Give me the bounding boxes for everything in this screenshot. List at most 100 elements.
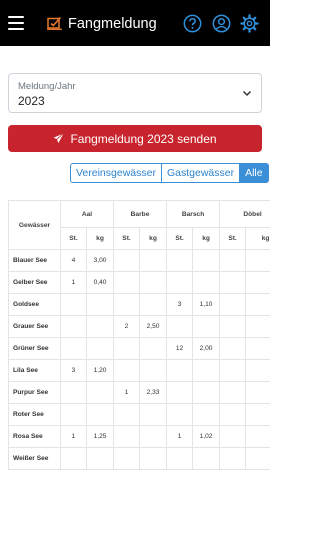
table-cell xyxy=(166,359,194,382)
table-cell xyxy=(139,249,168,272)
table-cell xyxy=(245,271,270,294)
water-name: Gelber See xyxy=(8,271,61,294)
user-icon[interactable] xyxy=(212,14,231,33)
table-row: Grüner See 12 2,00 xyxy=(8,337,270,360)
filter-vereinsgewaesser[interactable]: Vereinsgewässer xyxy=(70,163,162,183)
table-cell xyxy=(113,447,141,470)
table-cell xyxy=(85,403,115,426)
sub-header-kg: kg xyxy=(85,227,115,250)
table-cell xyxy=(219,381,247,404)
water-name: Grauer See xyxy=(8,315,61,338)
table-cell xyxy=(113,359,141,382)
table-cell: 12 xyxy=(166,337,194,360)
sub-header-st: St. xyxy=(60,227,87,250)
table-cell xyxy=(219,315,247,338)
catch-table: Gewässer Aal Barbe Barsch Döbel St. kg S… xyxy=(8,200,270,470)
sub-header-kg: kg xyxy=(139,227,168,250)
table-row: Goldsee 3 1,10 xyxy=(8,293,270,316)
table-cell xyxy=(245,359,270,382)
table-cell xyxy=(113,425,141,448)
table-cell xyxy=(139,447,168,470)
table-cell: 4 xyxy=(60,249,87,272)
table-cell: 2 xyxy=(113,315,141,338)
table-cell: 2,00 xyxy=(192,337,221,360)
sub-header-st: St. xyxy=(113,227,141,250)
table-cell xyxy=(192,447,221,470)
fish-header-barsch: Barsch xyxy=(166,200,221,228)
table-cell xyxy=(245,293,270,316)
table-cell xyxy=(139,425,168,448)
table-cell: 1 xyxy=(113,381,141,404)
table-cell xyxy=(139,403,168,426)
table-cell xyxy=(245,381,270,404)
water-column-header: Gewässer xyxy=(8,200,61,250)
table-cell xyxy=(219,359,247,382)
fish-header-doebel: Döbel xyxy=(219,200,270,228)
send-report-label: Fangmeldung 2023 senden xyxy=(70,131,217,146)
table-cell xyxy=(245,249,270,272)
year-select-value: 2023 xyxy=(18,94,45,108)
table-cell: 3,00 xyxy=(85,249,115,272)
table-row: Weißer See xyxy=(8,447,270,470)
water-name: Weißer See xyxy=(8,447,61,470)
filter-alle[interactable]: Alle xyxy=(240,163,269,183)
table-cell: 1 xyxy=(60,425,87,448)
table-cell xyxy=(60,337,87,360)
table-cell xyxy=(60,403,87,426)
table-cell: 1,10 xyxy=(192,293,221,316)
table-row: Gelber See 1 0,40 xyxy=(8,271,270,294)
table-cell xyxy=(113,403,141,426)
table-cell xyxy=(192,271,221,294)
table-cell xyxy=(219,249,247,272)
table-cell xyxy=(85,337,115,360)
year-select[interactable]: Meldung/Jahr 2023 xyxy=(8,73,262,113)
year-select-label: Meldung/Jahr xyxy=(18,81,76,92)
table-cell xyxy=(245,315,270,338)
water-name: Purpur See xyxy=(8,381,61,404)
settings-icon[interactable] xyxy=(240,14,259,33)
water-name: Lila See xyxy=(8,359,61,382)
table-cell: 1,20 xyxy=(85,359,115,382)
fish-header-barbe: Barbe xyxy=(113,200,168,228)
sub-header-kg: kg xyxy=(245,227,270,250)
report-icon xyxy=(47,16,62,30)
sub-header-st: St. xyxy=(219,227,247,250)
catch-table-scroll[interactable]: Gewässer Aal Barbe Barsch Döbel St. kg S… xyxy=(8,200,270,476)
table-cell xyxy=(166,315,194,338)
table-cell xyxy=(139,271,168,294)
table-cell xyxy=(60,315,87,338)
table-cell xyxy=(219,425,247,448)
fish-header-aal: Aal xyxy=(59,200,115,228)
table-cell xyxy=(219,337,247,360)
table-cell xyxy=(113,337,141,360)
table-cell: 1 xyxy=(60,271,87,294)
water-name: Rosa See xyxy=(8,425,61,448)
water-filter: Vereinsgewässer Gastgewässer Alle xyxy=(70,163,269,183)
sub-header-kg: kg xyxy=(192,227,221,250)
table-cell xyxy=(85,315,115,338)
table-cell xyxy=(139,337,168,360)
table-cell: 3 xyxy=(60,359,87,382)
water-name: Goldsee xyxy=(8,293,61,316)
table-cell xyxy=(85,447,115,470)
menu-icon[interactable] xyxy=(8,16,24,30)
table-row: Grauer See 2 2,50 xyxy=(8,315,270,338)
help-icon[interactable] xyxy=(183,14,202,33)
water-name: Grüner See xyxy=(8,337,61,360)
page-title: Fangmeldung xyxy=(68,16,157,32)
table-cell xyxy=(192,359,221,382)
water-name: Roter See xyxy=(8,403,61,426)
water-name: Blauer See xyxy=(8,249,61,272)
table-cell xyxy=(85,381,115,404)
sub-header-st: St. xyxy=(166,227,194,250)
top-bar: Fangmeldung xyxy=(0,0,270,46)
table-row: Roter See xyxy=(8,403,270,426)
paper-plane-icon xyxy=(53,133,65,144)
chevron-down-icon xyxy=(242,90,252,97)
table-cell xyxy=(245,447,270,470)
filter-gastgewaesser[interactable]: Gastgewässer xyxy=(161,163,241,183)
send-report-button[interactable]: Fangmeldung 2023 senden xyxy=(8,125,262,152)
table-cell: 1,25 xyxy=(85,425,115,448)
table-cell: 3 xyxy=(166,293,194,316)
table-cell: 2,33 xyxy=(139,381,168,404)
